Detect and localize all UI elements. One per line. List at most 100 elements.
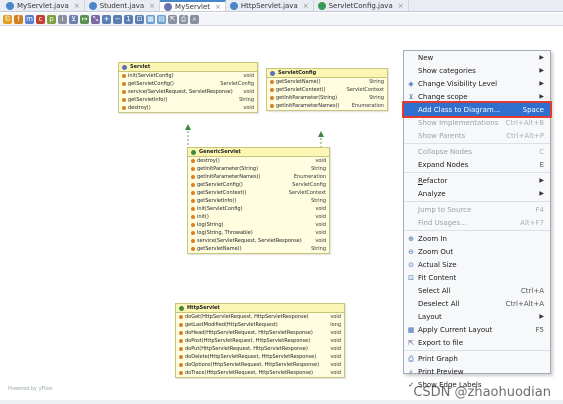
actual-size-icon[interactable]: 1 [124,14,133,24]
menu-item-layout[interactable]: Layout ▶ [404,310,550,323]
tab-student-java[interactable]: Student.java × [85,0,161,11]
method-row[interactable]: getServletName() String [188,245,329,253]
menu-item-show-edge-labels[interactable]: ✓ Show Edge Labels [404,378,550,391]
menu-separator [404,143,550,144]
method-row[interactable]: getInitParameterNames() Enumeration [188,173,329,181]
class-servlet[interactable]: Servlet init(ServletConfig) void getServle… [118,62,258,113]
method-row[interactable]: doPut(HttpServletRequest, HttpServletRes… [176,345,344,353]
edge-arrowhead [318,131,324,137]
method-row[interactable]: getServletContext() ServletContext [267,86,387,94]
menu-item-collapse-nodes[interactable]: Collapse Nodes C [404,145,550,158]
tab-myservlet[interactable]: MyServlet × [160,0,226,11]
export-icon[interactable]: ⇱ [168,14,177,24]
layout-icon: ▦ [407,326,415,334]
menu-item-shortcut: Ctrl+A [520,286,544,295]
tab-myservlet-java[interactable]: MyServlet.java × [2,0,85,11]
class-httpservlet[interactable]: HttpServlet doGet(HttpServletRequest, Ht… [175,303,345,378]
method-row[interactable]: doTrace(HttpServletRequest, HttpServletR… [176,369,344,377]
menu-item-show-categories[interactable]: Show categories ▶ [404,64,550,77]
method-row[interactable]: doDelete(HttpServletRequest, HttpServlet… [176,353,344,361]
menu-item-add-class-to-diagram[interactable]: Add Class to Diagram... Space [402,101,552,118]
close-icon[interactable]: × [303,2,309,10]
properties-toggle-icon[interactable]: p [47,14,56,24]
class-toggle-icon[interactable]: © [3,14,12,24]
method-row[interactable]: destroy() void [119,104,257,112]
class-header: Servlet [119,63,257,72]
horizontal-scrollbar[interactable] [0,400,563,404]
layout-icon[interactable]: ▦ [146,14,155,24]
zoom-out-icon[interactable]: − [113,14,122,24]
menu-item-export-to-file[interactable]: ⇱ Export to file [404,336,550,349]
method-row[interactable]: log(String) void [188,221,329,229]
method-row[interactable]: getInitParameter(String) String [188,165,329,173]
menu-item-expand-nodes[interactable]: Expand Nodes E [404,158,550,171]
method-row[interactable]: init(ServletConfig) void [188,205,329,213]
close-icon[interactable]: × [74,2,80,10]
menu-item-analyze[interactable]: Analyze ▶ [404,187,550,200]
method-row[interactable]: init(ServletConfig) void [119,72,257,80]
method-name: service(ServletRequest, ServletResponse) [128,89,233,95]
close-icon[interactable]: × [215,3,221,11]
method-row[interactable]: doOptions(HttpServletRequest, HttpServle… [176,361,344,369]
method-row[interactable]: init() void [188,213,329,221]
apply-layout-icon[interactable]: ▤ [157,14,166,24]
method-row[interactable]: getServletConfig() ServletConfig [188,181,329,189]
menu-item-new[interactable]: New ▶ [404,51,550,64]
method-row[interactable]: service(ServletRequest, ServletResponse)… [119,88,257,96]
fit-content-icon[interactable]: ⊡ [135,14,144,24]
print-preview-icon[interactable]: ⌕ [190,14,199,24]
menu-item-zoom-in[interactable]: ⊕ Zoom In [404,232,550,245]
method-row[interactable]: getServletName() String [267,78,387,86]
close-icon[interactable]: × [398,2,404,10]
tab-servletconfig-java[interactable]: ServletConfig.java × [314,0,409,11]
menu-item-label: Show Edge Labels [418,380,482,389]
method-return-type: void [315,214,326,220]
menu-item-deselect-all[interactable]: Deselect All Ctrl+Alt+A [404,297,550,310]
method-row[interactable]: getServletInfo() String [188,197,329,205]
method-row[interactable]: getServletInfo() String [119,96,257,104]
menu-item-print-graph[interactable]: ⎙ Print Graph [404,352,550,365]
method-return-type: void [330,314,341,320]
tab-httpservlet-java[interactable]: HttpServlet.java × [226,0,314,11]
method-row[interactable]: doPost(HttpServletRequest, HttpServletRe… [176,337,344,345]
method-row[interactable]: getInitParameter(String) String [267,94,387,102]
menu-item-change-visibility-level[interactable]: ◈ Change Visibility Level ▶ [404,77,550,90]
fields-toggle-icon[interactable]: f [14,14,23,24]
method-row[interactable]: log(String, Throwable) void [188,229,329,237]
menu-separator [404,201,550,202]
method-row[interactable]: service(ServletRequest, ServletResponse)… [188,237,329,245]
print-icon[interactable]: ⎙ [179,14,188,24]
method-row[interactable]: getInitParameterNames() Enumeration [267,102,387,110]
method-row[interactable]: getServletConfig() ServletConfig [119,80,257,88]
class-servletconfig[interactable]: ServletConfig getServletName() String getS… [266,68,388,111]
menu-item-zoom-out[interactable]: ⊖ Zoom Out [404,245,550,258]
inner-classes-toggle-icon[interactable]: i [58,14,67,24]
class-genericservlet[interactable]: GenericServlet destroy() void getInitParam… [187,147,330,254]
edge-toggle-icon[interactable]: ↦ [80,14,89,24]
method-return-type: Enumeration [351,103,384,109]
method-row[interactable]: getLastModified(HttpServletRequest) long [176,321,344,329]
menu-item-print-preview[interactable]: ⌕ Print Preview [404,365,550,378]
dependencies-icon[interactable]: ⤡ [91,14,100,24]
menu-item-show-implementations[interactable]: Show Implementations Ctrl+Alt+B [404,116,550,129]
method-row[interactable]: getServletContext() ServletContext [188,189,329,197]
menu-item-find-usages[interactable]: Find Usages... Alt+F7 [404,216,550,229]
menu-item-apply-current-layout[interactable]: ▦ Apply Current Layout F5 [404,323,550,336]
menu-item-jump-to-source[interactable]: Jump to Source F4 [404,203,550,216]
menu-item-fit-content[interactable]: ⊡ Fit Content [404,271,550,284]
method-row[interactable]: doHead(HttpServletRequest, HttpServletRe… [176,329,344,337]
zoom-in-icon[interactable]: + [102,14,111,24]
menu-item-actual-size[interactable]: ⊙ Actual Size [404,258,550,271]
methods-toggle-icon[interactable]: m [25,14,34,24]
method-row[interactable]: doGet(HttpServletRequest, HttpServletRes… [176,313,344,321]
constructors-toggle-icon[interactable]: c [36,14,45,24]
close-icon[interactable]: × [149,2,155,10]
method-icon [179,331,183,335]
menu-item-select-all[interactable]: Select All Ctrl+A [404,284,550,297]
menu-item-show-parents[interactable]: Show Parents Ctrl+Alt+P [404,129,550,142]
powered-by-label: Powered by yFiles [8,386,53,392]
filter-icon[interactable]: ⊻ [69,14,78,24]
method-row[interactable]: destroy() void [188,157,329,165]
menu-item-refactor[interactable]: Refactor ▶ [404,174,550,187]
method-return-type: void [315,158,326,164]
